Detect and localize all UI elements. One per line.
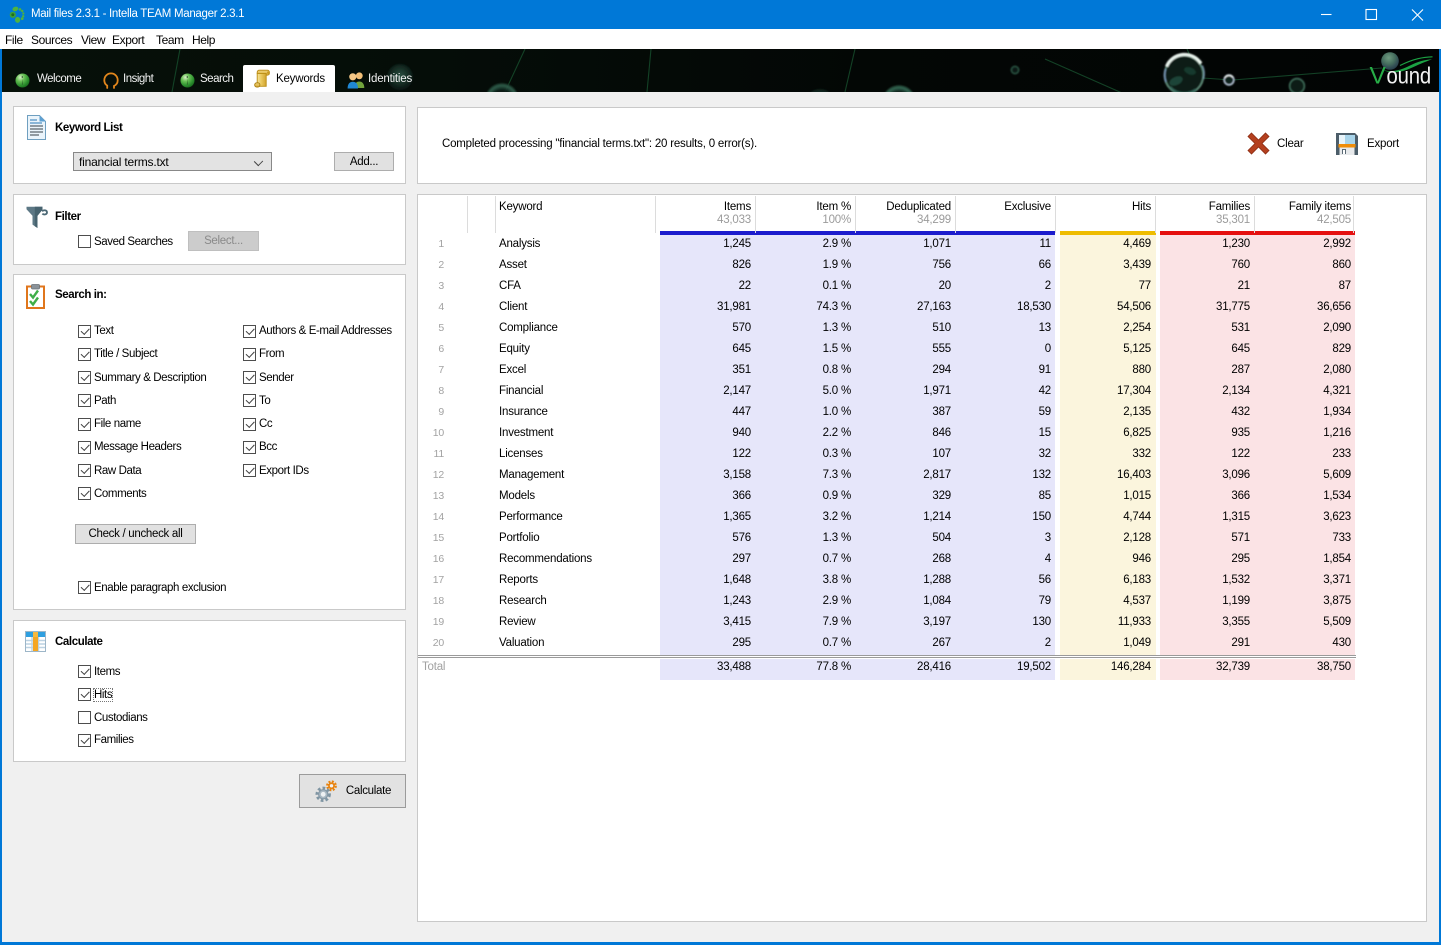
svg-text:V: V <box>1370 62 1387 89</box>
svg-text:ound: ound <box>1387 62 1432 88</box>
